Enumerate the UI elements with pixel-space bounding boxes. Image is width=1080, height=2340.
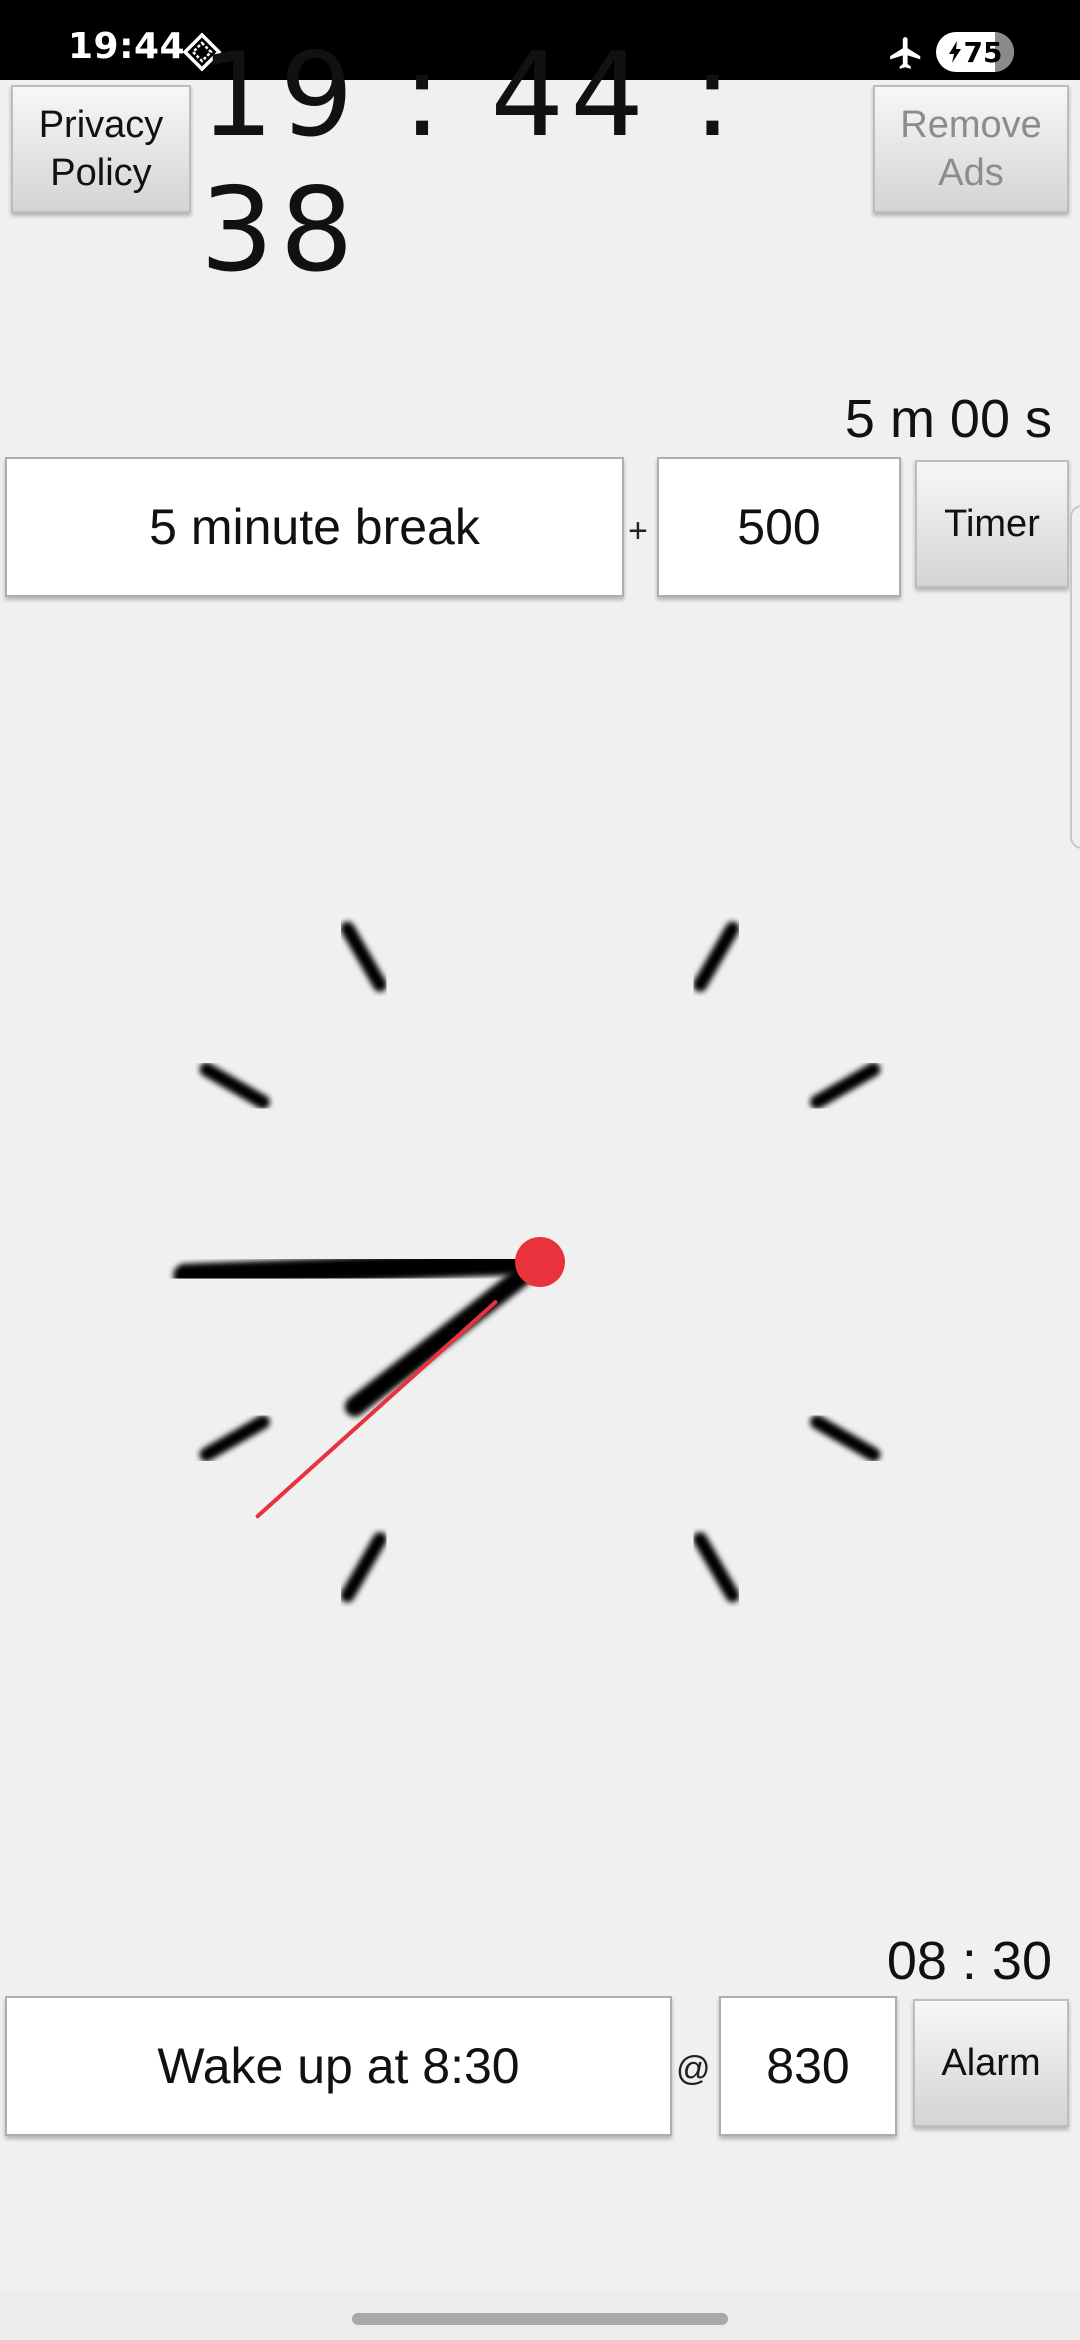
clock-tick-2 xyxy=(810,1062,881,1109)
clock-tick-7 xyxy=(340,1532,387,1603)
minute-hand xyxy=(173,1250,552,1288)
alarm-label-input[interactable]: Wake up at 8:30 xyxy=(5,1996,672,2136)
alarm-button[interactable]: Alarm xyxy=(913,1999,1069,2127)
clock-tick-8 xyxy=(199,1415,270,1462)
alarm-readout: 08 : 30 xyxy=(886,1931,1052,1991)
clock-tick-1 xyxy=(693,921,740,992)
second-hand xyxy=(255,1300,498,1519)
alarm-time-input[interactable]: 830 xyxy=(719,1996,897,2136)
clock-tick-11 xyxy=(340,921,387,992)
clock-tick-10 xyxy=(199,1062,270,1109)
clock-tick-5 xyxy=(693,1532,740,1603)
alarm-at-separator: @ xyxy=(676,2050,711,2088)
clock-hands xyxy=(173,1237,565,1519)
home-gesture-handle[interactable] xyxy=(352,2313,728,2325)
clock-center-pin xyxy=(515,1237,565,1287)
hour-hand xyxy=(344,1252,550,1417)
clock-tick-4 xyxy=(810,1415,881,1462)
